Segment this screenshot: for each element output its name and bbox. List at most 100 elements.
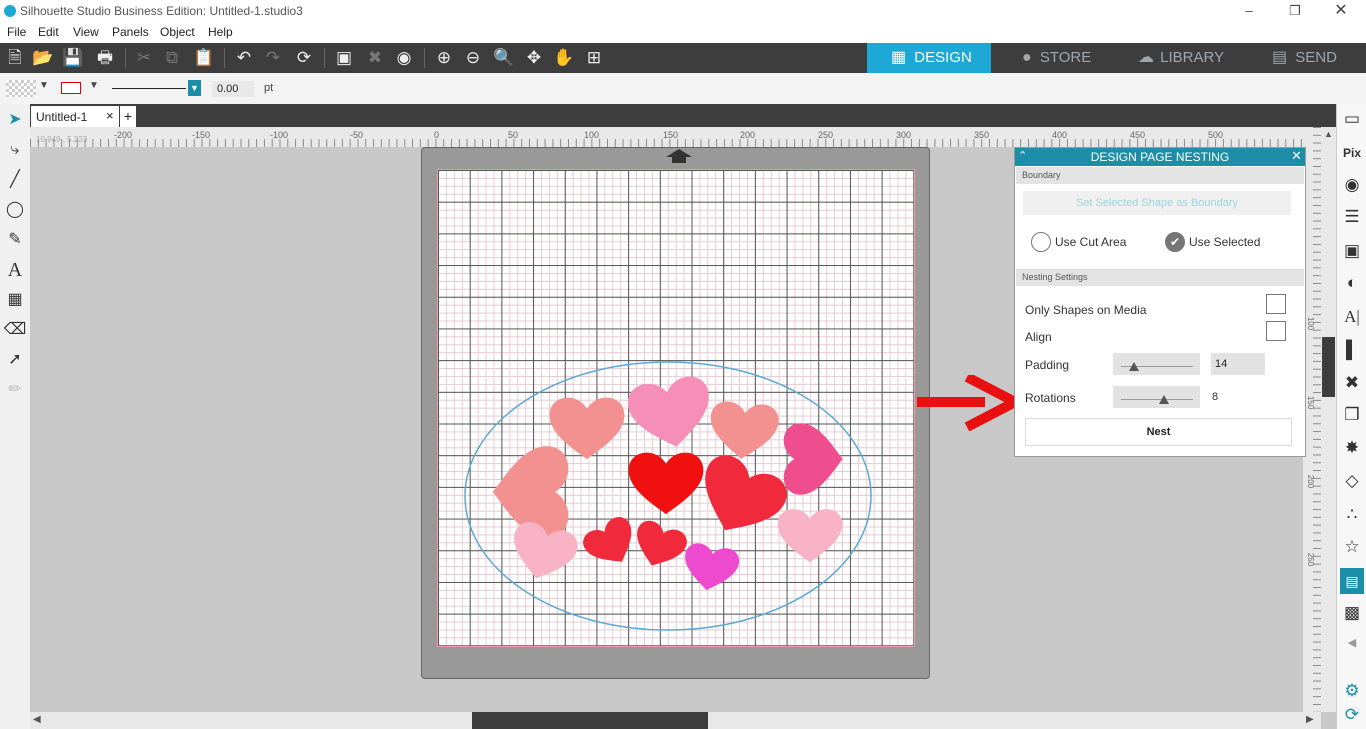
new-document-icon[interactable]: 🗎 [3,46,27,70]
pan-hand-icon[interactable]: ✋ [552,46,576,70]
document-tab[interactable]: Untitled-1 × [31,106,119,127]
page-setup-icon[interactable]: ▭ [1340,106,1364,132]
print-icon[interactable]: 🖶 [93,46,117,70]
scroll-left-icon[interactable]: ◀ [33,714,41,725]
image-effects-icon[interactable]: ▣ [1340,238,1364,264]
scroll-up-icon[interactable]: ▲ [1324,129,1333,139]
copy-icon[interactable]: ⧉ [160,46,184,70]
line-tool-icon[interactable]: ╱ [3,167,27,193]
padding-slider[interactable] [1113,353,1200,375]
rotations-label: Rotations [1025,391,1076,405]
select-all-icon[interactable]: ◉ [392,46,416,70]
offset-icon[interactable]: ◇ [1340,468,1364,494]
fit-page-icon[interactable]: ✥ [522,46,546,70]
line-style-icon[interactable]: ☰ [1340,204,1364,230]
group-icon[interactable]: ▣ [332,46,356,70]
fill-pattern-swatch[interactable] [6,80,36,97]
use-cut-area-label: Use Cut Area [1055,235,1127,249]
contrast-icon[interactable]: ◐ [1340,270,1364,296]
minimize-button[interactable]: – [1226,0,1272,23]
replicate-icon[interactable]: ❐ [1340,402,1364,428]
point-edit-tool-icon[interactable]: ⤷ [3,137,27,163]
align-checkbox[interactable] [1266,321,1286,341]
line-color-swatch[interactable] [61,82,81,94]
use-selected-label: Use Selected [1189,235,1261,249]
close-tab-icon[interactable]: × [106,108,114,123]
cut-icon[interactable]: ✂ [132,46,156,70]
redraw-icon[interactable]: ⟳ [292,46,316,70]
sync-icon[interactable]: ⟳ [1340,702,1364,728]
text-tool-icon[interactable]: A [3,257,27,283]
vertical-scroll-thumb[interactable] [1322,337,1335,397]
paste-icon[interactable]: 📋 [192,46,216,70]
ruler-ticks [30,139,1303,147]
horizontal-scrollbar[interactable]: ◀ ▶ [30,712,1321,729]
modify-icon[interactable]: ✸ [1340,435,1364,461]
tab-design[interactable]: ▦ DESIGN [867,43,991,73]
menu-object[interactable]: Object [160,25,195,39]
vertical-scrollbar[interactable]: ▲ [1321,127,1336,712]
line-style-dropdown-icon[interactable]: ▼ [188,80,201,96]
fill-dropdown-icon[interactable]: ▼ [39,80,49,91]
ruler-label: 400 [1052,130,1068,140]
close-panel-icon[interactable]: ✕ [1291,148,1302,164]
ellipse-tool-icon[interactable]: ◯ [3,197,27,223]
open-folder-icon[interactable]: 📂 [31,46,55,70]
heart-shape [679,541,742,595]
restore-button[interactable]: ❐ [1272,0,1318,23]
set-boundary-button[interactable]: Set Selected Shape as Boundary [1023,191,1291,215]
use-selected-radio[interactable]: ✔ [1165,232,1185,252]
align-icon[interactable]: ▌ [1340,337,1364,363]
settings-gear-icon[interactable]: ⚙ [1340,678,1364,704]
tab-send[interactable]: ▤ SEND [1258,43,1366,73]
padding-input[interactable]: 14 [1211,353,1265,375]
rhinestone-icon[interactable]: ☆ [1340,534,1364,560]
rotations-slider-thumb[interactable] [1159,395,1170,404]
menu-panels[interactable]: Panels [112,25,149,39]
zoom-out-icon[interactable]: ⊖ [461,46,485,70]
collapse-panel-icon[interactable]: ◀ [1340,630,1364,656]
use-cut-area-radio[interactable] [1031,232,1051,252]
sketch-icon[interactable]: ∴ [1340,502,1364,528]
menu-edit[interactable]: Edit [38,25,59,39]
redo-icon[interactable]: ↷ [261,46,285,70]
menu-file[interactable]: File [7,25,26,39]
ruler-label: -150 [192,130,211,140]
only-shapes-checkbox[interactable] [1266,294,1286,314]
text-style-icon[interactable]: A| [1340,304,1364,330]
rotations-slider[interactable] [1113,386,1200,408]
close-window-button[interactable]: ✕ [1318,0,1364,23]
zoom-fit-icon[interactable]: ⊞ [582,46,606,70]
toolbar-divider [324,48,325,68]
ruler-label: 350 [974,130,990,140]
padding-slider-thumb[interactable] [1128,362,1139,371]
select-tool-icon[interactable]: ➤ [3,107,27,133]
eraser-tool-icon[interactable]: ⌫ [3,317,27,343]
menu-view[interactable]: View [73,25,99,39]
tab-store[interactable]: ● STORE [1000,43,1120,73]
line-color-dropdown-icon[interactable]: ▼ [89,80,99,91]
nesting-panel-icon[interactable]: ▤ [1340,568,1364,594]
nest-button[interactable]: Nest [1025,418,1292,446]
eyedropper-tool-icon[interactable]: ✏ [3,377,27,403]
knife-tool-icon[interactable]: ➚ [3,347,27,373]
scroll-right-icon[interactable]: ▶ [1306,714,1314,725]
tab-library[interactable]: ☁ LIBRARY [1130,43,1250,73]
menu-help[interactable]: Help [208,25,233,39]
tab-store-label: STORE [1039,49,1092,66]
fill-color-icon[interactable]: ◉ [1340,172,1364,198]
zoom-select-icon[interactable]: 🔍 [492,46,516,70]
line-width-input[interactable]: 0.00 [212,81,254,97]
horizontal-scroll-thumb[interactable] [472,712,708,729]
undo-icon[interactable]: ↶ [232,46,256,70]
draw-tool-icon[interactable]: ✎ [3,227,27,253]
line-style-preview[interactable] [112,88,186,89]
fill-tool-icon[interactable]: ▦ [3,287,27,313]
save-icon[interactable]: 💾 [61,46,85,70]
zoom-in-icon[interactable]: ⊕ [432,46,456,70]
ungroup-icon[interactable]: ✖ [363,46,387,70]
add-tab-button[interactable]: + [120,106,136,127]
pixscan-icon[interactable]: Pix [1340,140,1364,166]
transform-icon[interactable]: ✖ [1340,370,1364,396]
layers-icon[interactable]: ▩ [1340,600,1364,626]
